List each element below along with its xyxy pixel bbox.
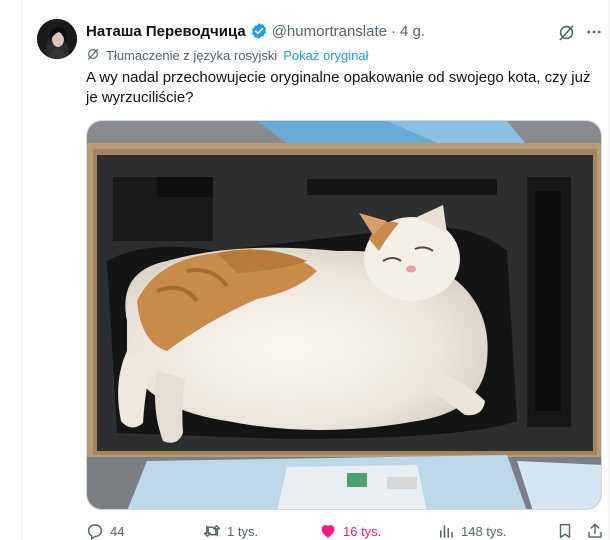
- repost-count: 1 tys.: [227, 523, 259, 539]
- reply-count: 44: [110, 523, 125, 539]
- verified-badge-icon: [250, 22, 268, 40]
- tweet-timestamp[interactable]: 4 g.: [400, 23, 425, 40]
- tweet-text: A wy nadal przechowujecie oryginalne opa…: [86, 69, 591, 106]
- tweet-header: Наташа Переводчица @humortranslate · 4 g…: [86, 20, 550, 42]
- author-display-name[interactable]: Наташа Переводчица: [86, 23, 246, 40]
- reply-button[interactable]: 44: [86, 522, 124, 540]
- more-icon[interactable]: [583, 21, 605, 43]
- grok-icon[interactable]: [555, 21, 577, 43]
- like-button[interactable]: 16 tys.: [319, 522, 381, 540]
- timeline-border-left: [21, 0, 22, 540]
- translate-icon: [86, 47, 100, 64]
- like-count: 16 tys.: [343, 523, 382, 539]
- bookmark-icon: [556, 522, 574, 540]
- timeline-border-right: [608, 0, 609, 540]
- share-button[interactable]: [586, 522, 604, 540]
- views-count: 148 tys.: [461, 523, 507, 539]
- author-handle[interactable]: @humortranslate: [272, 23, 387, 40]
- tweet-actions: 44 1 tys. 16 tys. 148 tys.: [86, 522, 606, 540]
- reply-icon: [86, 522, 104, 540]
- bookmark-button[interactable]: [556, 522, 574, 540]
- repost-button[interactable]: 1 tys.: [203, 522, 258, 540]
- author-avatar[interactable]: [37, 19, 77, 59]
- tweet-image[interactable]: [86, 120, 602, 510]
- like-icon: [319, 522, 337, 540]
- cat-photo: [87, 121, 601, 509]
- views-icon: [437, 522, 455, 540]
- views-button[interactable]: 148 tys.: [437, 522, 507, 540]
- show-original-link[interactable]: Pokaż oryginał: [283, 48, 368, 63]
- share-icon: [586, 522, 604, 540]
- header-separator: ·: [390, 22, 396, 40]
- translation-row: Tłumaczenie z języka rosyjski Pokaż oryg…: [86, 46, 369, 64]
- repost-icon: [203, 522, 221, 540]
- translation-note: Tłumaczenie z języka rosyjski: [106, 47, 278, 63]
